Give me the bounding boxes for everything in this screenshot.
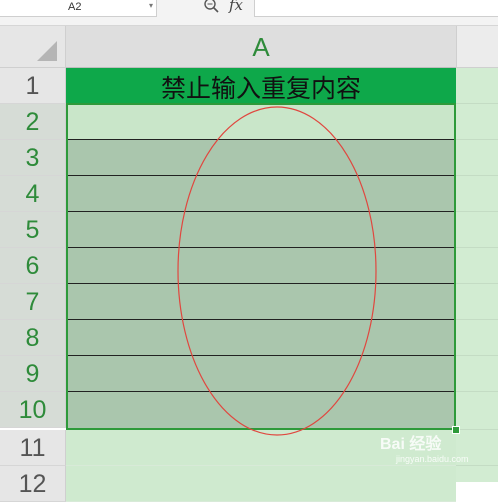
row-header-2[interactable]: 2 xyxy=(0,104,66,140)
gridline xyxy=(456,103,498,104)
fx-icon[interactable]: fx xyxy=(229,0,243,14)
row-header-3[interactable]: 3 xyxy=(0,140,66,176)
gridline xyxy=(456,355,498,356)
row-header-11[interactable]: 11 xyxy=(0,430,66,466)
cell-a6[interactable] xyxy=(66,248,456,284)
gridline xyxy=(456,319,498,320)
formula-input[interactable] xyxy=(254,0,498,17)
name-box[interactable]: A2 ▾ xyxy=(0,0,157,17)
gridline xyxy=(456,139,498,140)
watermark-url: jingyan.baidu.com xyxy=(396,454,469,464)
gridline xyxy=(456,391,498,392)
row-header-7[interactable]: 7 xyxy=(0,284,66,320)
gridline xyxy=(456,211,498,212)
cell-a10[interactable] xyxy=(66,392,456,430)
formula-bar: A2 ▾ fx xyxy=(0,0,498,26)
row-header-8[interactable]: 8 xyxy=(0,320,66,356)
column-b-cells[interactable] xyxy=(456,68,498,482)
row-header-5[interactable]: 5 xyxy=(0,212,66,248)
name-box-value: A2 xyxy=(68,1,82,13)
row-header-12[interactable]: 12 xyxy=(0,466,66,502)
cell-a2[interactable] xyxy=(66,104,456,140)
chevron-down-icon[interactable]: ▾ xyxy=(149,1,153,10)
cell-a4[interactable] xyxy=(66,176,456,212)
cell-a7[interactable] xyxy=(66,284,456,320)
zoom-icon[interactable] xyxy=(202,0,220,15)
row-header-1[interactable]: 1 xyxy=(0,68,66,104)
row-header-10[interactable]: 10 xyxy=(0,392,66,428)
cell-a8[interactable] xyxy=(66,320,456,356)
cell-a3[interactable] xyxy=(66,140,456,176)
column-header-a[interactable]: A xyxy=(66,26,456,68)
column-header-b[interactable] xyxy=(456,26,498,68)
row-header-9[interactable]: 9 xyxy=(0,356,66,392)
cell-a5[interactable] xyxy=(66,212,456,248)
cell-a9[interactable] xyxy=(66,356,456,392)
watermark-brand: Bai 经验 xyxy=(380,436,442,453)
baidu-watermark-logo: Bai 经验 jingyan.baidu.com xyxy=(380,430,498,470)
cell-a12[interactable] xyxy=(66,466,456,502)
cell-a1-title[interactable]: 禁止输入重复内容 xyxy=(66,68,456,103)
gridline xyxy=(456,247,498,248)
select-all-triangle-icon xyxy=(37,41,57,61)
row-header-6[interactable]: 6 xyxy=(0,248,66,284)
select-all-corner[interactable] xyxy=(0,26,66,68)
row-header-4[interactable]: 4 xyxy=(0,176,66,212)
gridline xyxy=(456,283,498,284)
gridline xyxy=(456,175,498,176)
